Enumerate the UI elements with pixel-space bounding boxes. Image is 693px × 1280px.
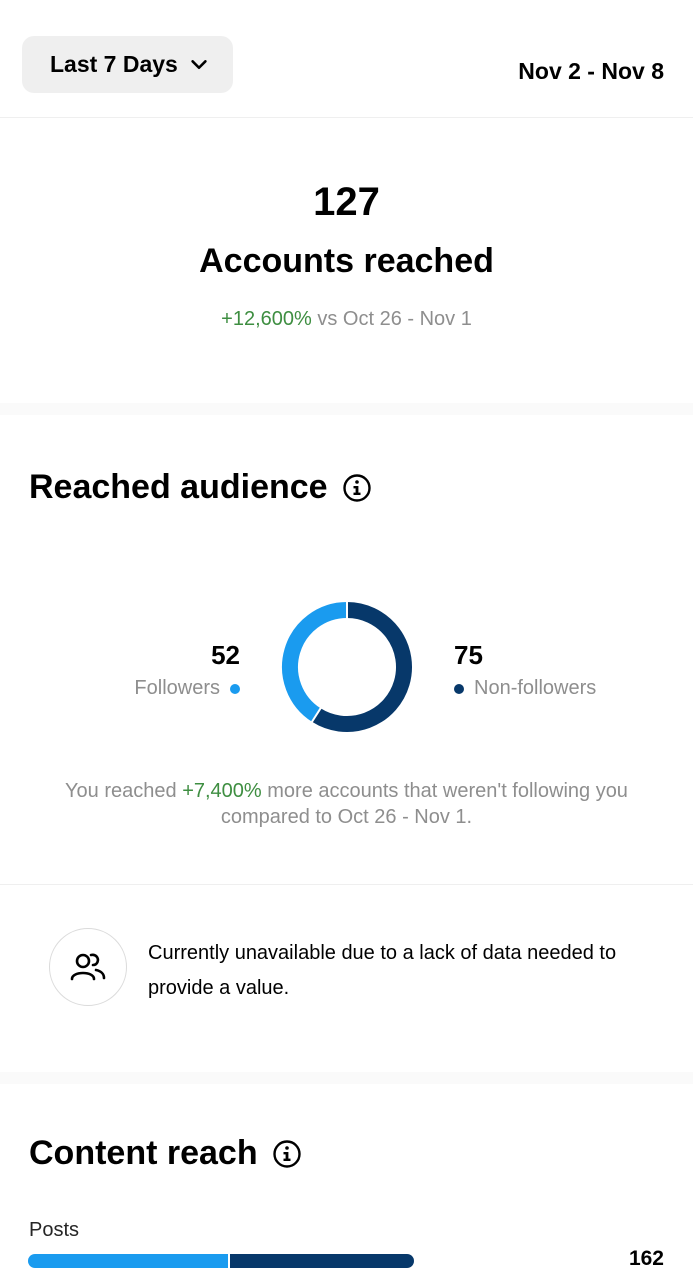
followers-label: Followers (134, 677, 220, 699)
followers-count: 52 (211, 640, 240, 670)
posts-value: 162 (628, 1247, 664, 1270)
nonfollowers-label: Non-followers (474, 677, 597, 699)
accounts-reached-label: Accounts reached (199, 242, 494, 280)
date-range-dropdown-label: Last 7 Days (50, 51, 178, 77)
followers-dot (230, 683, 240, 694)
donut-slice-nonfollowers (311, 602, 412, 732)
reach-note-suffix: more accounts that weren't following you… (220, 780, 628, 828)
reach-note-prefix: You reached (65, 780, 183, 802)
followers-legend: Followers (134, 677, 240, 700)
audience-donut-svg (282, 601, 412, 732)
info-icon[interactable] (342, 473, 372, 503)
reach-comparison-note: You reached +7,400% more accounts that w… (40, 778, 653, 830)
comparison-period: vs Oct 26 - Nov 1 (311, 308, 472, 330)
nonfollowers-dot (454, 683, 464, 694)
unavailable-message: Currently unavailable due to a lack of d… (148, 942, 617, 999)
accounts-reached-comparison: +12,600% vs Oct 26 - Nov 1 (0, 308, 693, 331)
section-divider (0, 403, 693, 415)
section-divider (0, 1072, 693, 1084)
top-bar: Last 7 Days Nov 2 - Nov 8 (0, 0, 693, 118)
chevron-down-icon (191, 59, 207, 69)
date-range-dropdown[interactable]: Last 7 Days (22, 36, 233, 93)
content-reach-title: Content reach (29, 1134, 258, 1172)
people-icon (70, 953, 106, 981)
accounts-reached-count: 127 (313, 180, 380, 224)
people-icon-circle (49, 928, 127, 1006)
reach-note-change: +7,400% (182, 780, 262, 802)
posts-label: Posts (29, 1219, 80, 1241)
nonfollowers-count: 75 (454, 640, 483, 670)
accounts-reached-summary: 127 Accounts reached +12,600% vs Oct 26 … (0, 118, 693, 403)
section-divider (0, 884, 693, 885)
donut-slice-followers (282, 602, 348, 722)
nonfollowers-legend: Non-followers (454, 677, 596, 700)
posts-nonfollowers-bar (230, 1254, 414, 1268)
reached-audience-title: Reached audience (29, 468, 328, 506)
reached-audience-header: Reached audience (29, 468, 372, 507)
posts-followers-bar (28, 1254, 228, 1268)
content-reach-header: Content reach (29, 1134, 302, 1173)
date-range-text: Nov 2 - Nov 8 (518, 58, 664, 84)
accounts-reached-change: +12,600% (221, 308, 312, 330)
info-icon[interactable] (272, 1139, 302, 1169)
audience-donut-chart (281, 601, 413, 733)
